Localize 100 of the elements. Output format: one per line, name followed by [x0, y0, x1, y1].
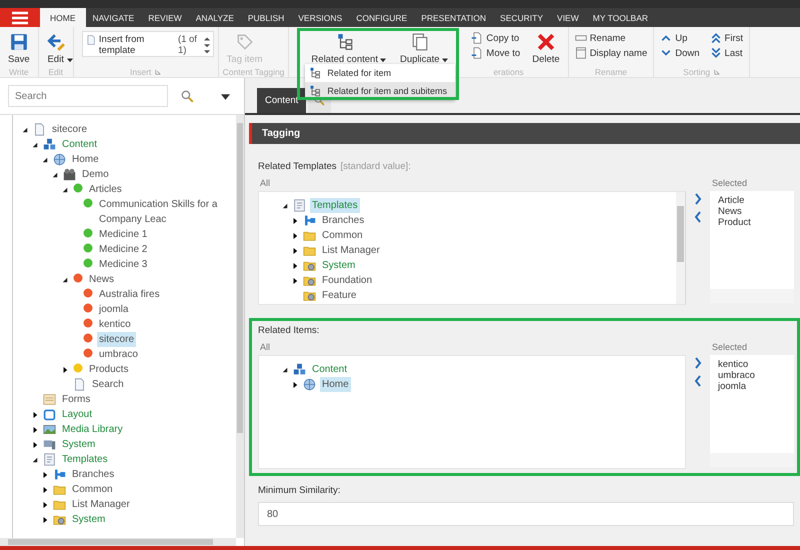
- tree-item[interactable]: List Manager: [70, 497, 132, 512]
- edit-button[interactable]: Edit: [42, 31, 69, 67]
- ribbon-tab[interactable]: PUBLISH: [240, 8, 292, 27]
- scrollbar[interactable]: [676, 192, 685, 304]
- save-button[interactable]: Save: [4, 31, 34, 67]
- first-button[interactable]: First: [708, 31, 746, 45]
- rename-button[interactable]: Rename: [572, 31, 650, 45]
- tree-item[interactable]: System: [320, 258, 358, 273]
- tree-item[interactable]: Demo: [80, 167, 111, 182]
- collapse-icon[interactable]: [22, 127, 28, 133]
- tree-item[interactable]: Forms: [60, 392, 92, 407]
- tree-item[interactable]: Medicine 3: [97, 257, 150, 272]
- move-button[interactable]: Move to: [469, 46, 522, 60]
- gallery-item[interactable]: Insert from template: [98, 34, 171, 56]
- tree-item[interactable]: Home: [320, 377, 351, 392]
- delete-button[interactable]: Delete: [528, 31, 564, 67]
- scroll-arrows-icon[interactable]: [204, 35, 210, 55]
- tree-item[interactable]: Layout: [60, 407, 94, 422]
- ribbon-tab[interactable]: VERSIONS: [291, 8, 350, 27]
- menu-item[interactable]: Related for item: [305, 64, 456, 82]
- ribbon-tab[interactable]: SECURITY: [493, 8, 550, 27]
- related-button[interactable]: Related content: [307, 31, 382, 67]
- caret-icon[interactable]: [221, 92, 230, 100]
- collapse-icon[interactable]: [282, 203, 288, 209]
- displayname-button[interactable]: Display name: [572, 46, 650, 60]
- down-button[interactable]: Down: [658, 46, 702, 60]
- chevron-right-icon[interactable]: [694, 193, 702, 205]
- tree-item[interactable]: Templates: [60, 452, 110, 467]
- tree-item[interactable]: kentico: [97, 317, 133, 332]
- tree-item[interactable]: Articles: [87, 182, 124, 197]
- tree-item[interactable]: Home: [70, 152, 101, 167]
- collapse-icon[interactable]: [62, 277, 68, 283]
- expand-icon[interactable]: [292, 233, 298, 239]
- up-button[interactable]: Up: [658, 31, 702, 45]
- expand-icon[interactable]: [42, 487, 48, 493]
- tree-item[interactable]: Foundation: [320, 273, 374, 288]
- ribbon-tab[interactable]: CONFIGURE: [349, 8, 414, 27]
- tree-item[interactable]: Content: [60, 137, 100, 152]
- expand-icon[interactable]: [42, 472, 48, 478]
- tree-item[interactable]: Feature: [320, 288, 358, 303]
- chevron-left-icon[interactable]: [694, 211, 702, 223]
- ribbon-tab[interactable]: PRESENTATION: [414, 8, 494, 27]
- ribbon-tab[interactable]: MY TOOLBAR: [586, 8, 656, 27]
- tree-item[interactable]: umbraco: [97, 347, 140, 362]
- tree-item[interactable]: Communication Skills for a Company Leac: [97, 197, 234, 227]
- expand-icon[interactable]: [292, 382, 298, 388]
- launcher-icon[interactable]: [714, 68, 720, 74]
- scrollbar[interactable]: [236, 115, 244, 538]
- selected-item[interactable]: umbraco: [718, 370, 794, 381]
- tree-item[interactable]: News: [87, 272, 116, 287]
- expand-icon[interactable]: [42, 502, 48, 508]
- tree-item[interactable]: sitecore: [50, 122, 90, 137]
- ribbon-tab[interactable]: NAVIGATE: [86, 8, 142, 27]
- expand-icon[interactable]: [32, 427, 38, 433]
- expand-icon[interactable]: [42, 517, 48, 523]
- selected-item[interactable]: kentico: [718, 359, 794, 370]
- collapse-icon[interactable]: [52, 172, 58, 178]
- collapse-icon[interactable]: [42, 157, 48, 163]
- editor-tab[interactable]: Content: [257, 88, 306, 113]
- tree-item[interactable]: List Manager: [320, 243, 382, 258]
- tree-item[interactable]: Common: [70, 482, 115, 497]
- tree-item[interactable]: Search: [90, 377, 126, 392]
- chevron-left-icon[interactable]: [694, 375, 702, 387]
- expand-icon[interactable]: [32, 442, 38, 448]
- collapse-icon[interactable]: [32, 457, 38, 463]
- collapse-icon[interactable]: [32, 142, 38, 148]
- expand-icon[interactable]: [292, 248, 298, 254]
- similarity-field[interactable]: 80: [258, 502, 794, 526]
- tree-item[interactable]: Medicine 2: [97, 242, 150, 257]
- collapse-icon[interactable]: [62, 187, 68, 193]
- tree-item[interactable]: Content: [310, 362, 350, 377]
- tree-item[interactable]: Products: [87, 362, 130, 377]
- ribbon-tab[interactable]: REVIEW: [141, 8, 189, 27]
- tree-item[interactable]: joomla: [97, 302, 130, 317]
- selected-item[interactable]: joomla: [718, 381, 794, 392]
- tree-item[interactable]: sitecore: [97, 332, 136, 347]
- expand-icon[interactable]: [292, 218, 298, 224]
- selected-item[interactable]: Article: [718, 195, 794, 206]
- launcher-icon[interactable]: [155, 68, 162, 74]
- last-button[interactable]: Last: [708, 46, 746, 60]
- expand-icon[interactable]: [292, 263, 298, 269]
- insert-gallery[interactable]: Insert from template (1 of 1): [82, 31, 214, 57]
- tree-item[interactable]: Australia fires: [97, 287, 162, 302]
- tree-item[interactable]: Medicine 1: [97, 227, 150, 242]
- selected-item[interactable]: Product: [718, 217, 794, 228]
- tree-item[interactable]: Common: [320, 228, 365, 243]
- collapse-icon[interactable]: [282, 367, 288, 373]
- tree-item[interactable]: Branches: [70, 467, 116, 482]
- expand-icon[interactable]: [32, 412, 38, 418]
- selected-item[interactable]: News: [718, 206, 794, 217]
- search-field[interactable]: Search: [8, 85, 168, 107]
- tree-item[interactable]: System: [70, 512, 108, 527]
- ribbon-tab[interactable]: VIEW: [550, 8, 586, 27]
- expand-icon[interactable]: [292, 278, 298, 284]
- scrollbar[interactable]: [0, 538, 236, 546]
- tree-item[interactable]: Media Library: [60, 422, 125, 437]
- tree-item[interactable]: Branches: [320, 213, 366, 228]
- menu-button[interactable]: [0, 8, 40, 27]
- chevron-right-icon[interactable]: [694, 357, 702, 369]
- copy-button[interactable]: Copy to: [469, 31, 522, 45]
